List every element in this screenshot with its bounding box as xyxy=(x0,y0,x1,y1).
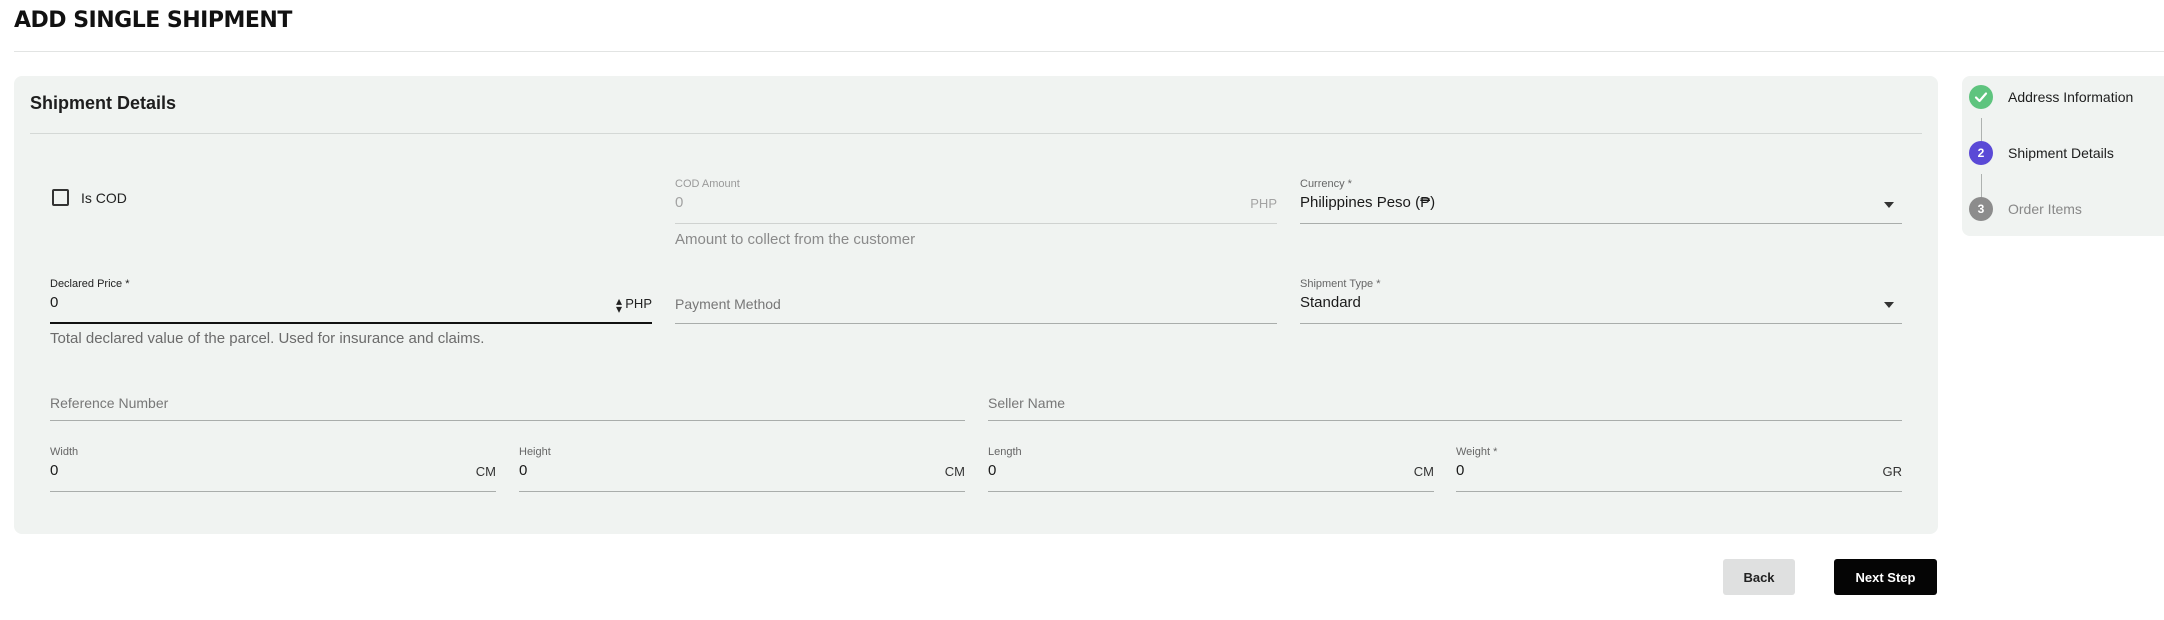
declared-price-unit: PHP xyxy=(625,296,652,311)
back-button[interactable]: Back xyxy=(1723,559,1795,595)
is-cod-checkbox[interactable] xyxy=(52,189,69,206)
card-divider xyxy=(30,133,1922,134)
cod-amount-label: COD Amount xyxy=(675,178,740,190)
weight-value: 0 xyxy=(1456,462,1465,479)
next-step-button[interactable]: Next Step xyxy=(1834,559,1937,595)
number-stepper-icon[interactable]: ▴ ▾ xyxy=(616,295,622,315)
shipment-details-card: Shipment Details Is COD COD Amount 0 PHP… xyxy=(14,76,1938,534)
shipment-type-select[interactable]: Shipment Type * Standard xyxy=(1300,278,1902,324)
payment-method-input[interactable]: Payment Method xyxy=(675,278,1277,324)
declared-price-label: Declared Price * xyxy=(50,278,130,290)
shipment-type-value: Standard xyxy=(1300,294,1361,311)
chevron-down-icon xyxy=(1884,302,1894,308)
width-field[interactable]: Width 0 CM xyxy=(50,446,496,492)
header-divider xyxy=(14,51,2164,52)
step-number-icon: 3 xyxy=(1969,197,1993,221)
cod-amount-value: 0 xyxy=(675,194,684,211)
width-unit: CM xyxy=(475,464,496,479)
progress-stepper: Address Information 2 Shipment Details 3… xyxy=(1962,76,2164,236)
length-label: Length xyxy=(988,446,1022,458)
currency-label: Currency * xyxy=(1300,178,1352,190)
step-label: Order Items xyxy=(2008,201,2082,217)
shipment-type-label: Shipment Type * xyxy=(1300,278,1381,290)
card-title: Shipment Details xyxy=(30,93,177,113)
height-value: 0 xyxy=(519,462,528,479)
step-address-information[interactable]: Address Information xyxy=(1969,83,2133,111)
step-shipment-details[interactable]: 2 Shipment Details xyxy=(1969,139,2114,167)
step-label: Address Information xyxy=(2008,89,2134,105)
step-label: Shipment Details xyxy=(2008,145,2114,161)
is-cod-label: Is COD xyxy=(81,190,127,206)
cod-amount-helper: Amount to collect from the customer xyxy=(675,231,916,248)
declared-price-helper: Total declared value of the parcel. Used… xyxy=(50,330,485,347)
payment-method-placeholder: Payment Method xyxy=(675,296,781,312)
width-label: Width xyxy=(50,446,79,458)
cod-amount-unit: PHP xyxy=(1250,196,1277,211)
height-field[interactable]: Height 0 CM xyxy=(519,446,965,492)
length-field[interactable]: Length 0 CM xyxy=(988,446,1434,492)
chevron-down-icon xyxy=(1884,202,1894,208)
seller-name-input[interactable]: Seller Name xyxy=(988,376,1902,422)
step-number-icon: 2 xyxy=(1969,141,1993,165)
weight-unit: GR xyxy=(1882,464,1903,479)
length-value: 0 xyxy=(988,462,997,479)
cod-amount-field[interactable]: COD Amount 0 PHP xyxy=(675,178,1277,224)
step-order-items[interactable]: 3 Order Items xyxy=(1969,195,2082,223)
reference-number-placeholder: Reference Number xyxy=(50,395,169,411)
width-value: 0 xyxy=(50,462,59,479)
seller-name-placeholder: Seller Name xyxy=(988,395,1066,411)
reference-number-input[interactable]: Reference Number xyxy=(50,376,965,422)
check-icon xyxy=(1969,85,1993,109)
weight-label: Weight * xyxy=(1456,446,1498,458)
declared-price-field[interactable]: Declared Price * 0 ▴ ▾ PHP xyxy=(50,278,652,324)
height-unit: CM xyxy=(944,464,965,479)
page-title: ADD SINGLE SHIPMENT xyxy=(14,8,292,33)
height-label: Height xyxy=(519,446,551,458)
currency-value: Philippines Peso (₱) xyxy=(1300,194,1436,211)
declared-price-value: 0 xyxy=(50,294,59,311)
currency-select[interactable]: Currency * Philippines Peso (₱) xyxy=(1300,178,1902,224)
length-unit: CM xyxy=(1413,464,1434,479)
weight-field[interactable]: Weight * 0 GR xyxy=(1456,446,1902,492)
